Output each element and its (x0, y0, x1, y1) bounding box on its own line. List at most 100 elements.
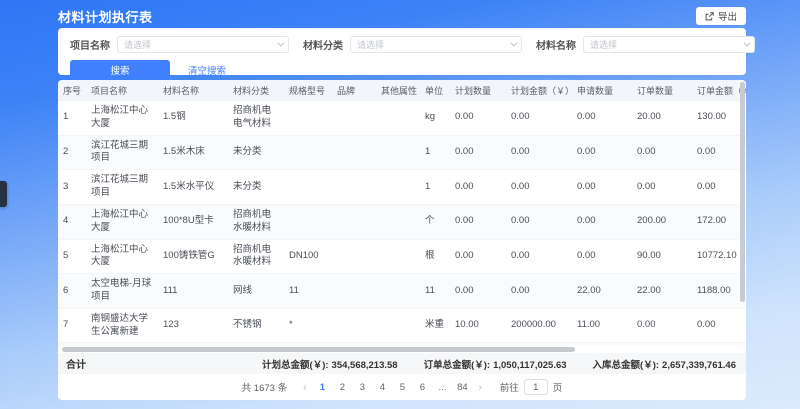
column-header: 项目名称 (86, 80, 158, 101)
table-cell: 0.00 (506, 101, 572, 135)
table-cell: 100铸铁管G (158, 239, 228, 274)
table-row[interactable]: 6太空电梯-月球项目111网线11110.000.0022.0022.00118… (58, 274, 746, 309)
table-cell: 0.00 (572, 204, 632, 239)
table-cell: 7 (58, 308, 86, 343)
page-goto-input[interactable] (524, 379, 548, 395)
table-cell: 0.00 (450, 101, 506, 135)
select-placeholder: 请选择 (590, 38, 617, 51)
table-cell: 3 (58, 170, 86, 205)
select-placeholder: 请选择 (357, 38, 384, 51)
table-row[interactable]: 5上海松江中心大厦100铸铁管G招商机电 水暖材料DN100根0.000.000… (58, 239, 746, 274)
table-cell: 招商机电 电气材料 (228, 101, 284, 135)
table-cell: 招商机电 水暖材料 (228, 239, 284, 274)
table-cell: 0.00 (692, 135, 746, 170)
table-row[interactable]: 4上海松江中心大厦100*8U型卡招商机电 水暖材料个0.000.000.002… (58, 204, 746, 239)
column-header: 序号 (58, 80, 86, 101)
summary-row: 合计 计划总金额(￥):354,568,213.58订单总金额(￥):1,050… (58, 353, 746, 374)
goto-suffix-label: 页 (553, 380, 563, 394)
table-cell: 0.00 (450, 170, 506, 205)
horizontal-scrollbar[interactable] (60, 346, 744, 353)
chevron-down-icon (510, 40, 517, 47)
prev-page-button[interactable]: ‹ (299, 382, 310, 393)
table-cell (332, 239, 376, 274)
table-row[interactable]: 1上海松江中心大厦1.5钢招商机电 电气材料kg0.000.000.0020.0… (58, 101, 746, 135)
table-cell (376, 204, 420, 239)
table-cell: 20.00 (632, 101, 692, 135)
table-cell (332, 135, 376, 170)
page-number-2[interactable]: 2 (334, 382, 350, 393)
page-title: 材料计划执行表 (58, 7, 153, 26)
filter-select-0[interactable]: 请选择 (117, 36, 289, 53)
next-page-button[interactable]: › (474, 382, 485, 393)
table-cell (332, 204, 376, 239)
page-number-5[interactable]: 5 (394, 382, 410, 393)
table-cell: 0.00 (632, 308, 692, 343)
table-cell: 0.00 (506, 204, 572, 239)
table-cell (332, 274, 376, 309)
table-cell: 1 (58, 101, 86, 135)
column-header: 订单金额（￥） (692, 80, 746, 101)
search-button[interactable]: 搜索 (70, 60, 170, 79)
table-cell: 1.5钢 (158, 101, 228, 135)
table-cell: 0.00 (450, 239, 506, 274)
table-row[interactable]: 3滨江花城三期项目1.5米水平仪未分类10.000.000.000.000.00 (58, 170, 746, 205)
chevron-down-icon (277, 40, 284, 47)
table-cell: 100*8U型卡 (158, 204, 228, 239)
table-cell: 111 (158, 274, 228, 309)
total-item-1: 订单总金额(￥):1,050,117,025.63 (424, 357, 567, 371)
table-cell: 11.00 (572, 308, 632, 343)
table-cell: 123 (158, 308, 228, 343)
page-number-4[interactable]: 4 (374, 382, 390, 393)
page-number-3[interactable]: 3 (354, 382, 370, 393)
column-header: 计划金额（￥） (506, 80, 572, 101)
table-cell: 0.00 (572, 101, 632, 135)
page-number-1[interactable]: 1 (314, 382, 330, 393)
table-cell: 0.00 (692, 308, 746, 343)
pagination-total: 共 1673 条 (242, 380, 287, 394)
table-cell: 1.5米水平仪 (158, 170, 228, 205)
table-cell (332, 170, 376, 205)
vertical-scrollbar-thumb[interactable] (740, 82, 745, 302)
total-item-0: 计划总金额(￥):354,568,213.58 (262, 357, 398, 371)
page-ellipsis: ... (434, 382, 450, 393)
horizontal-scrollbar-thumb[interactable] (62, 347, 575, 352)
table-cell: 上海松江中心大厦 (86, 204, 158, 239)
filter-select-2[interactable]: 请选择 (583, 36, 755, 53)
page-numbers: 123456... 84 (314, 382, 470, 393)
select-placeholder: 请选择 (124, 38, 151, 51)
table-cell: 1 (420, 170, 450, 205)
table-cell (376, 274, 420, 309)
filter-label: 项目名称 (70, 37, 110, 52)
table-cell (284, 204, 332, 239)
table-row[interactable]: 7南钢盛达大学生公寓新建123不锈钢*米重10.00200000.0011.00… (58, 308, 746, 343)
page-number-84[interactable]: 84 (454, 382, 470, 393)
filter-field-2: 材料名称请选择 (536, 36, 755, 53)
filter-panel: 项目名称请选择材料分类请选择材料名称请选择 搜索 清空搜索 (58, 28, 746, 75)
export-button[interactable]: 导出 (696, 7, 746, 25)
sidebar-collapse-handle[interactable] (0, 181, 7, 207)
table-cell: 4 (58, 204, 86, 239)
table-cell: 0.00 (450, 135, 506, 170)
filter-select-1[interactable]: 请选择 (350, 36, 522, 53)
table-cell: 0.00 (572, 135, 632, 170)
page-number-6[interactable]: 6 (414, 382, 430, 393)
table-cell: 0.00 (506, 135, 572, 170)
table-cell (332, 101, 376, 135)
table-cell: 网线 (228, 274, 284, 309)
table-cell: 5 (58, 239, 86, 274)
filter-actions: 搜索 清空搜索 (70, 60, 734, 79)
total-item-2: 入库总金额(￥):2,657,339,761.46 (593, 357, 736, 371)
table-row[interactable]: 2滨江花城三期项目1.5米木床未分类10.000.000.000.000.00 (58, 135, 746, 170)
table-cell: 1.5米木床 (158, 135, 228, 170)
table-cell: 2 (58, 135, 86, 170)
table-cell: 10.00 (450, 308, 506, 343)
export-label: 导出 (718, 9, 737, 23)
filter-field-1: 材料分类请选择 (303, 36, 522, 53)
table-cell: 0.00 (450, 204, 506, 239)
clear-search-button[interactable]: 清空搜索 (188, 63, 226, 77)
table-cell: 11 (284, 274, 332, 309)
table-cell: 1188.00 (692, 274, 746, 309)
table-cell (284, 101, 332, 135)
table-cell: 未分类 (228, 170, 284, 205)
vertical-scrollbar[interactable] (740, 82, 745, 332)
